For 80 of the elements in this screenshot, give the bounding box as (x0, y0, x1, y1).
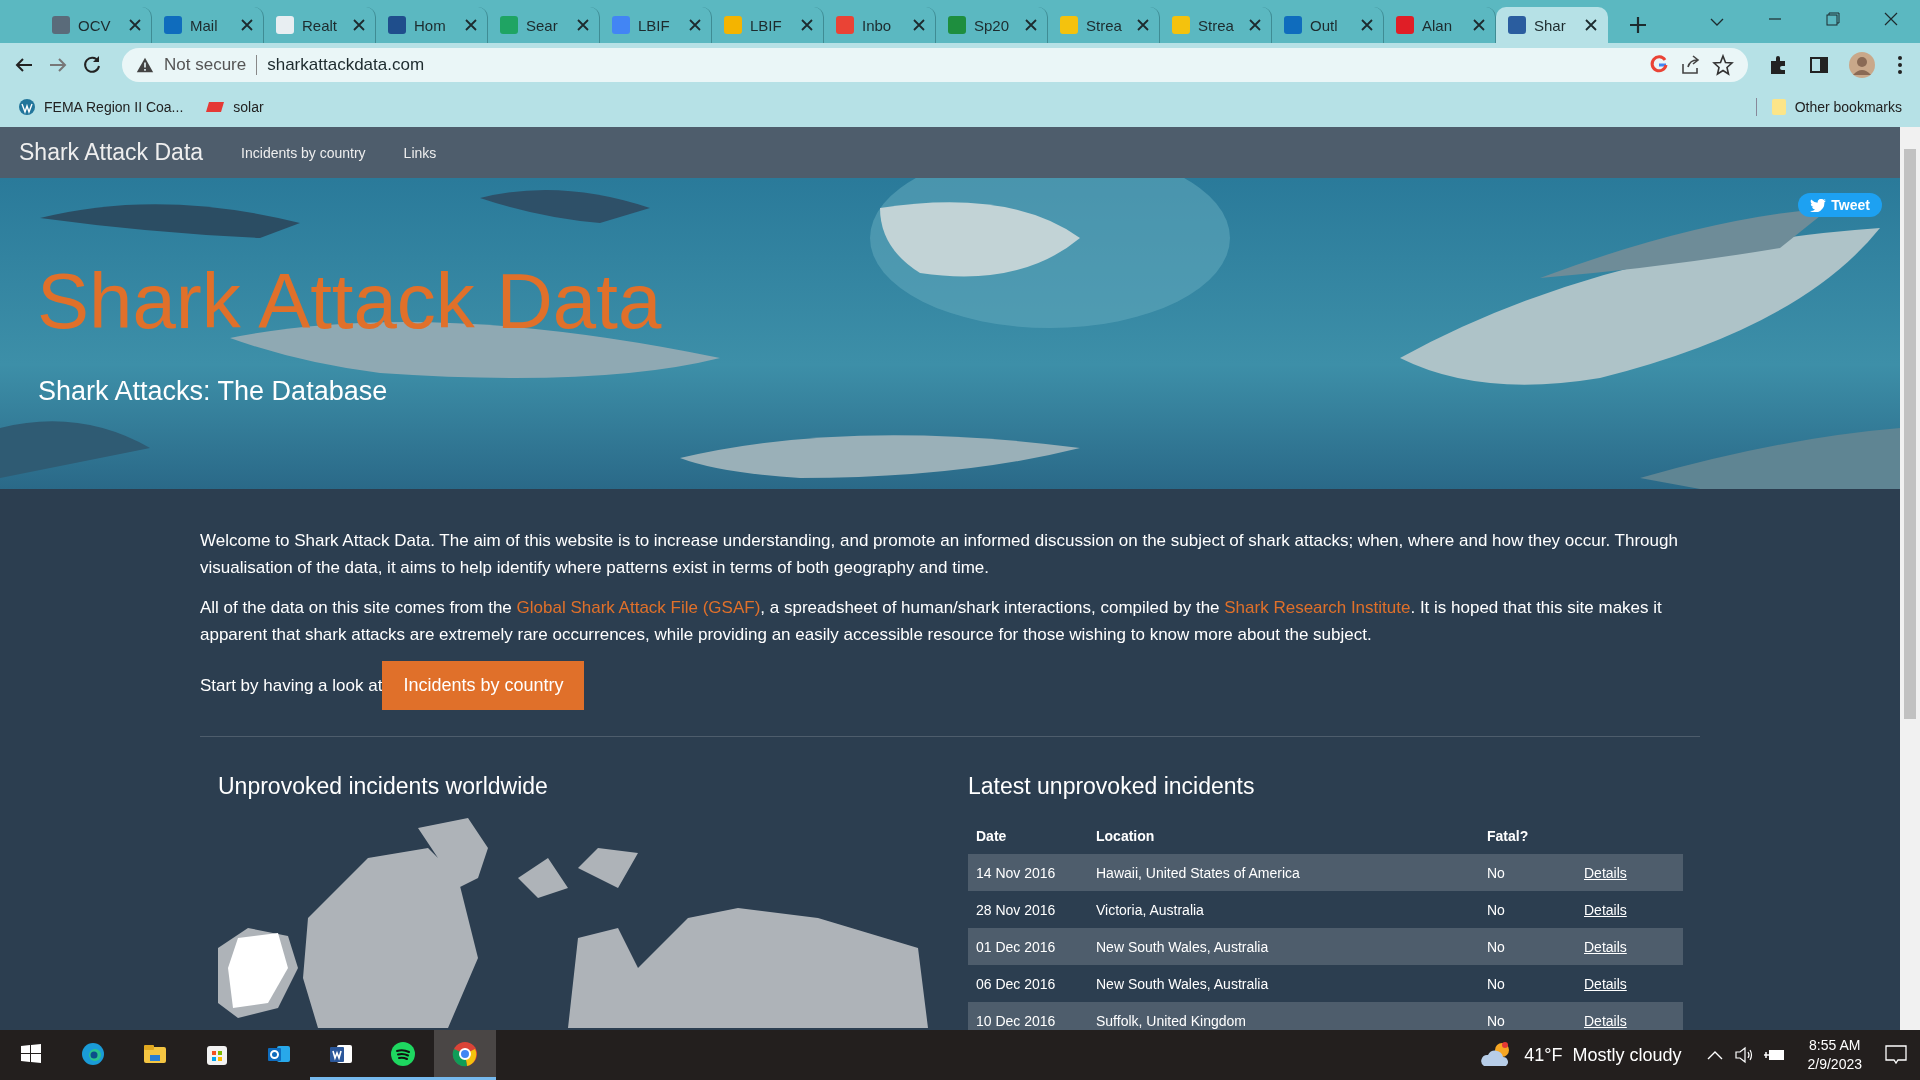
close-icon[interactable] (1361, 19, 1373, 31)
close-icon[interactable] (129, 19, 141, 31)
clock-date[interactable]: 2/9/2023 (1807, 1055, 1862, 1074)
column-header: Location (1095, 828, 1156, 844)
bookmark[interactable]: solar (205, 99, 264, 115)
details-link[interactable]: Details (1584, 901, 1627, 918)
browser-tab[interactable]: Shar (1496, 7, 1608, 43)
music-icon (389, 1039, 417, 1068)
close-icon[interactable] (801, 19, 813, 31)
table-title: Latest unprovoked incidents (968, 773, 1256, 800)
text-link[interactable]: Global Shark Attack File (GSAF) (516, 598, 761, 617)
column-header: Fatal? (1486, 828, 1530, 844)
nav-link[interactable]: Incidents by country (241, 144, 366, 161)
close-icon[interactable] (1585, 19, 1597, 31)
table-cell-text: 01 Dec 2016 (975, 938, 1057, 955)
close-icon[interactable] (241, 19, 253, 31)
speaker-icon[interactable] (1733, 1046, 1754, 1064)
notification-icon[interactable] (1884, 1044, 1908, 1066)
url-text: sharkattackdata.com (267, 55, 426, 75)
table-cell-text: 10 Dec 2016 (975, 1012, 1057, 1029)
table-cell-text: New South Wales, Australia (1095, 975, 1270, 992)
folder-icon (1770, 98, 1787, 116)
bird-icon (1810, 198, 1827, 212)
close-icon[interactable] (689, 19, 701, 31)
close-icon[interactable] (1137, 19, 1149, 31)
details-link[interactable]: Details (1584, 864, 1627, 881)
scrollbar-thumb[interactable] (1904, 149, 1916, 719)
table-cell-text: No (1486, 1012, 1506, 1029)
temperature[interactable]: 41°F (1524, 1044, 1563, 1066)
table-cell-text: Hawaii, United States of America (1095, 864, 1301, 881)
browser-icon (451, 1039, 479, 1068)
clock-time[interactable]: 8:55 AM (1809, 1036, 1861, 1055)
close-icon[interactable] (465, 19, 477, 31)
hero-title: Shark Attack Data (37, 256, 662, 347)
taskbar-app[interactable] (434, 1030, 496, 1080)
avatar-icon[interactable] (1848, 51, 1876, 79)
close-icon[interactable] (577, 19, 589, 31)
hero-subtitle: Shark Attacks: The Database (38, 376, 388, 407)
table-cell-text: No (1486, 938, 1506, 955)
details-link[interactable]: Details (1584, 1012, 1627, 1029)
scrollbar[interactable] (1900, 127, 1920, 1030)
new-tab-icon[interactable] (1628, 15, 1648, 35)
address-bar[interactable]: Not secure sharkattackdata.com (122, 48, 1748, 82)
security-label: Not secure (164, 55, 247, 75)
intro-paragraph: Welcome to Shark Attack Data. The aim of this website is to increase understanding, and promote an informed discussion on the subject of shark attacks; when, where and how they occur. Through visualisation of the data, it aims to help identify where patterns exist in terms of both geography and time. (200, 530, 1679, 579)
close-icon[interactable] (913, 19, 925, 31)
details-link[interactable]: Details (1584, 975, 1627, 992)
site-brand[interactable]: Shark Attack Data (19, 139, 204, 166)
details-link[interactable]: Details (1584, 938, 1627, 955)
bookmark[interactable]: FEMA Region II Coa... (18, 98, 184, 116)
star-icon[interactable] (1712, 54, 1734, 76)
chevron-up-icon[interactable] (1705, 1049, 1724, 1061)
map-title: Unprovoked incidents worldwide (218, 773, 549, 800)
nav-link[interactable]: Links (403, 144, 437, 161)
close-icon[interactable] (1473, 19, 1485, 31)
text-link[interactable]: Shark Research Institute (1224, 598, 1411, 617)
battery-icon[interactable] (1763, 1048, 1786, 1062)
table-cell-text: Suffolk, United Kingdom (1095, 1012, 1247, 1029)
table-cell-text: 14 Nov 2016 (975, 864, 1057, 881)
weather-text[interactable]: Mostly cloudy (1572, 1044, 1682, 1066)
table-cell-text: 06 Dec 2016 (975, 975, 1057, 992)
table-cell-text: No (1486, 975, 1506, 992)
table-cell-text: 28 Nov 2016 (975, 901, 1057, 918)
table-cell-text: No (1486, 901, 1506, 918)
wordpress-icon (18, 98, 36, 116)
start-text: Start by having a look at (200, 675, 383, 696)
incidents-button[interactable]: Incidents by country (382, 661, 585, 710)
share-icon[interactable] (1680, 54, 1702, 76)
close-icon[interactable] (353, 19, 365, 31)
flag-icon (205, 100, 226, 114)
column-header: Date (975, 828, 1008, 844)
warning-icon (136, 56, 154, 74)
table-cell-text: Victoria, Australia (1095, 901, 1205, 918)
table-cell-text: No (1486, 864, 1506, 881)
side-panel-icon[interactable] (1808, 54, 1830, 76)
table-cell-text: New South Wales, Australia (1095, 938, 1270, 955)
bookmark[interactable]: Other bookmarks (1755, 98, 1902, 116)
intro-paragraph: All of the data on this site comes from the Global Shark Attack File (GSAF), a spreadsheet of human/shark interactions, compiled by the Shark Research Institute. It is hoped that this site makes it apparent that shark attacks are extremely rare occurrences, while providing an easily accessible resource for those wishing to know more about the subject. (200, 597, 1663, 646)
close-icon[interactable] (1249, 19, 1261, 31)
close-icon[interactable] (1025, 19, 1037, 31)
